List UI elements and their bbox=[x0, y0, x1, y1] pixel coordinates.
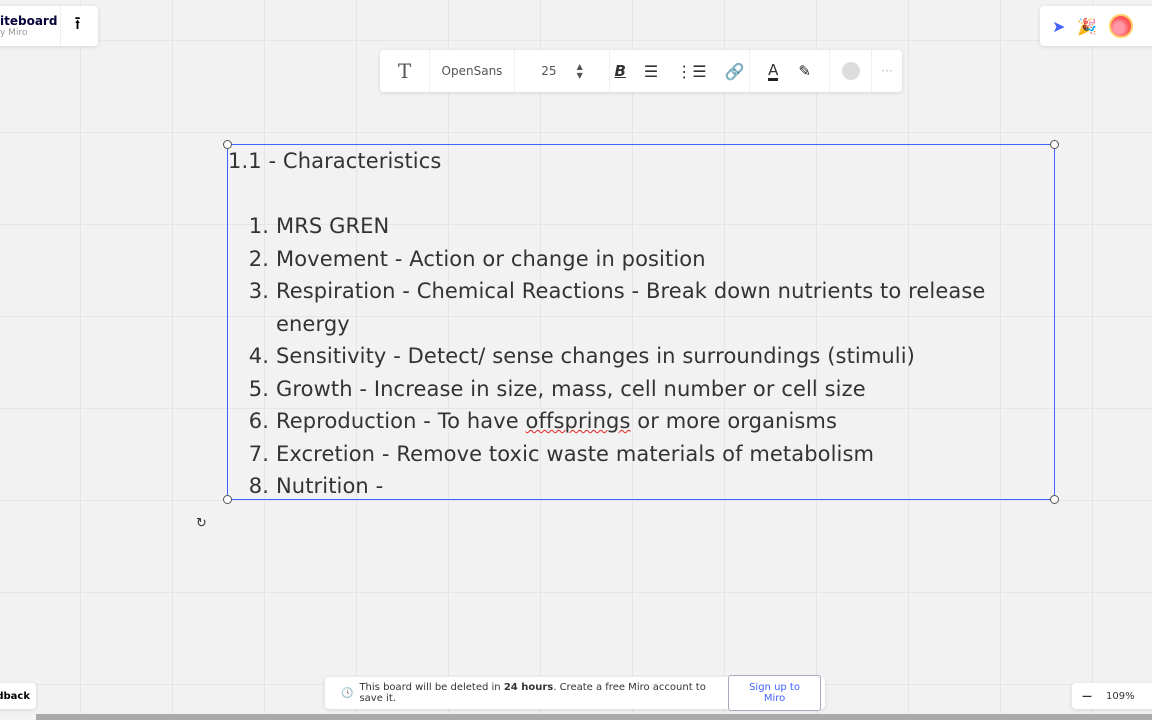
link-icon[interactable]: 🔗 bbox=[725, 62, 745, 81]
text-icon[interactable]: T bbox=[380, 50, 430, 92]
highlighter-icon[interactable]: ✎ bbox=[798, 62, 811, 80]
feedback-button[interactable]: dback bbox=[0, 683, 36, 709]
horizontal-scrollbar[interactable] bbox=[36, 714, 1152, 720]
zoom-control: — 109% bbox=[1072, 683, 1152, 709]
text-color-icon[interactable]: A bbox=[768, 62, 779, 81]
resize-handle[interactable] bbox=[1050, 140, 1059, 149]
list-item: 3. Respiration - Chemical Reactions - Bre… bbox=[248, 279, 986, 336]
font-select[interactable]: OpenSans bbox=[430, 50, 515, 92]
avatar[interactable] bbox=[1109, 14, 1134, 38]
upload-icon[interactable]: ⭱ bbox=[60, 6, 94, 46]
stepper-arrows-icon[interactable]: ▲ ▼ bbox=[577, 62, 583, 80]
list-item: 8. Nutrition - bbox=[248, 474, 384, 498]
text-content[interactable]: 1.1 - Characteristics 1. MRS GREN 2. Movem… bbox=[228, 145, 996, 503]
fill-color-icon[interactable] bbox=[830, 50, 872, 92]
font-size-stepper[interactable]: 25 ▲ ▼ bbox=[515, 50, 610, 92]
zoom-level[interactable]: 109% bbox=[1106, 691, 1135, 702]
board-subtitle: y Miro bbox=[0, 28, 28, 38]
zoom-out-icon[interactable]: — bbox=[1082, 691, 1092, 702]
cursor-icon[interactable]: ➤ bbox=[1052, 17, 1065, 36]
rotate-icon[interactable]: ↻ bbox=[196, 516, 207, 531]
list-item: 5. Growth - Increase in size, mass, cell … bbox=[248, 376, 866, 401]
list-item: 4. Sensitivity - Detect/ sense changes in… bbox=[248, 344, 915, 368]
bold-icon[interactable]: B bbox=[614, 62, 625, 80]
list-item: 2. Movement - Action or change in positio… bbox=[248, 246, 706, 271]
text-box[interactable]: 1.1 - Characteristics 1. MRS GREN 2. Movem… bbox=[223, 140, 1059, 504]
sign-up-button[interactable]: Sign up to Miro bbox=[728, 675, 821, 711]
text-format-toolbar: T OpenSans 25 ▲ ▼ B ☰ ⋮☰ 🔗 A ✎ ··· bbox=[380, 50, 902, 92]
font-size-value[interactable]: 25 bbox=[541, 64, 556, 78]
bullet-list-icon[interactable]: ⋮☰ bbox=[676, 62, 706, 81]
celebrate-icon[interactable]: 🎉 bbox=[1077, 17, 1097, 36]
resize-handle[interactable] bbox=[1050, 495, 1059, 504]
list-item: 7. Excretion - Remove toxic waste materia… bbox=[248, 441, 875, 466]
top-right-toolbar: ➤ 🎉 bbox=[1040, 6, 1152, 46]
board-title[interactable]: iteboard bbox=[0, 14, 60, 28]
misspelled-word: offsprings bbox=[525, 409, 631, 433]
deletion-notice: 🕓 This board will be deleted in 24 hours… bbox=[325, 675, 825, 711]
clock-icon: 🕓 bbox=[341, 687, 354, 699]
align-left-icon[interactable]: ☰ bbox=[644, 62, 658, 81]
list-item: 1. MRS GREN bbox=[248, 214, 390, 238]
list-item: 6. Reproduction - To have offsprings or m… bbox=[248, 409, 838, 433]
more-icon[interactable]: ··· bbox=[872, 50, 902, 92]
board-header: iteboard y Miro ⭱ bbox=[0, 6, 98, 46]
heading: 1.1 - Characteristics bbox=[228, 149, 442, 173]
